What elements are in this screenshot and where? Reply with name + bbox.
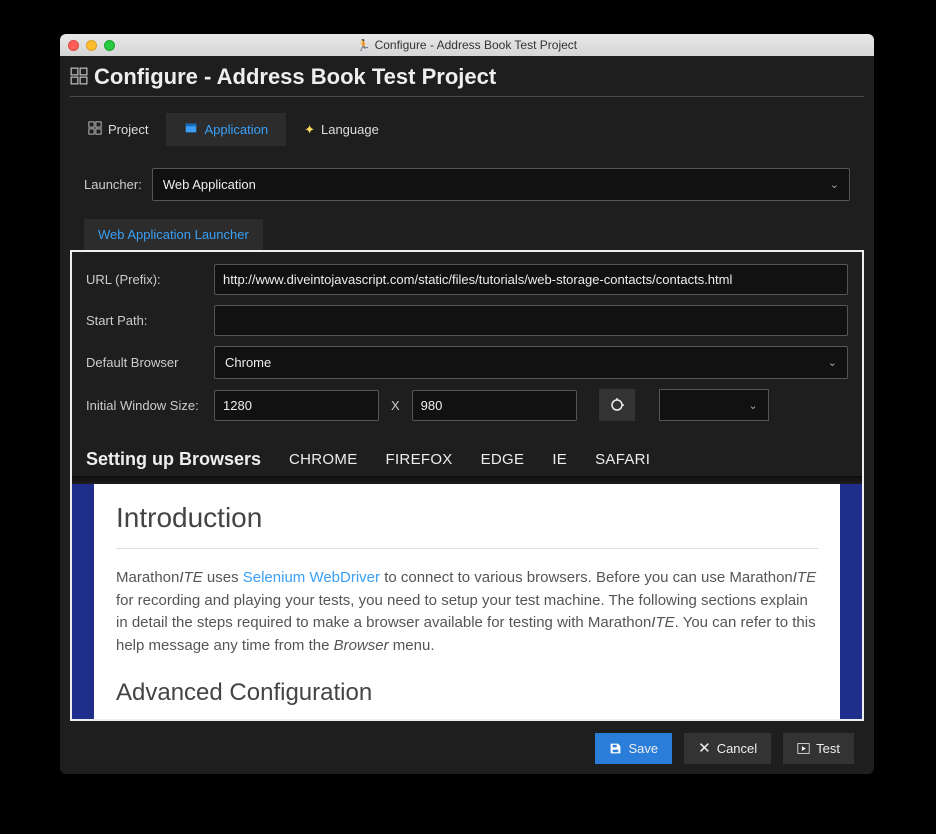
browser-bar-title: Setting up Browsers	[86, 449, 261, 470]
doc-frame: Introduction MarathonITE uses Selenium W…	[72, 484, 862, 719]
page-title: Configure - Address Book Test Project	[94, 64, 496, 90]
cancel-button[interactable]: ✕ Cancel	[684, 733, 771, 764]
run-icon: 🏃	[357, 39, 371, 52]
launcher-label: Launcher:	[84, 177, 142, 192]
browser-link-ie[interactable]: IE	[552, 451, 567, 468]
selenium-link[interactable]: Selenium WebDriver	[243, 569, 380, 586]
close-window-button[interactable]	[68, 40, 79, 51]
doc-subheading: Advanced Configuration	[116, 679, 818, 707]
play-icon	[797, 742, 810, 755]
main-tabs: Project Application ✦ Language	[70, 113, 864, 146]
tab-application[interactable]: Application	[166, 113, 286, 146]
minimize-window-button[interactable]	[86, 40, 97, 51]
doc-page: Introduction MarathonITE uses Selenium W…	[94, 484, 840, 719]
save-icon	[609, 742, 622, 755]
default-browser-value: Chrome	[225, 355, 271, 370]
tab-language[interactable]: ✦ Language	[286, 113, 397, 146]
browser-setup-bar: Setting up Browsers CHROME FIREFOX EDGE …	[86, 441, 848, 484]
subtab-label: Web Application Launcher	[98, 227, 249, 242]
button-label: Test	[816, 741, 840, 756]
launcher-select[interactable]: Web Application ⌄	[152, 168, 850, 201]
initial-size-label: Initial Window Size:	[86, 398, 214, 413]
doc-heading: Introduction	[116, 502, 818, 534]
url-input[interactable]	[214, 264, 848, 295]
tab-project[interactable]: Project	[70, 113, 166, 146]
close-icon: ✕	[698, 742, 711, 755]
button-label: Save	[628, 741, 658, 756]
test-button[interactable]: Test	[783, 733, 854, 764]
save-button[interactable]: Save	[595, 733, 672, 764]
default-browser-label: Default Browser	[86, 355, 214, 370]
size-separator: X	[391, 398, 400, 413]
divider	[70, 96, 864, 97]
start-path-input[interactable]	[214, 305, 848, 336]
titlebar: 🏃 Configure - Address Book Test Project	[60, 34, 874, 56]
chevron-down-icon: ⌄	[748, 399, 757, 412]
doc-paragraph: MarathonITE uses Selenium WebDriver to c…	[116, 567, 818, 657]
height-input[interactable]	[412, 390, 577, 421]
detect-size-button[interactable]	[599, 389, 635, 421]
button-bar: Save ✕ Cancel Test	[70, 721, 864, 764]
launcher-value: Web Application	[163, 177, 256, 192]
grid-icon	[70, 67, 88, 88]
maximize-window-button[interactable]	[104, 40, 115, 51]
browser-link-safari[interactable]: SAFARI	[595, 451, 650, 468]
grid-icon	[88, 121, 102, 138]
shadow	[72, 476, 862, 484]
subtab-web-launcher[interactable]: Web Application Launcher	[84, 219, 263, 250]
sparkle-icon: ✦	[304, 122, 315, 138]
width-input[interactable]	[214, 390, 379, 421]
browser-link-edge[interactable]: EDGE	[481, 451, 525, 468]
browser-link-firefox[interactable]: FIREFOX	[386, 451, 453, 468]
tab-label: Application	[204, 122, 268, 137]
divider	[116, 548, 818, 549]
button-label: Cancel	[717, 741, 757, 756]
start-path-label: Start Path:	[86, 313, 214, 328]
configure-window: 🏃 Configure - Address Book Test Project …	[60, 34, 874, 774]
browser-link-chrome[interactable]: CHROME	[289, 451, 357, 468]
tab-label: Language	[321, 122, 379, 137]
config-panel: URL (Prefix): Start Path: Default Browse…	[70, 250, 864, 721]
preset-size-select[interactable]: ⌄	[659, 389, 769, 421]
default-browser-select[interactable]: Chrome ⌄	[214, 346, 848, 379]
tab-label: Project	[108, 122, 148, 137]
window-title: Configure - Address Book Test Project	[375, 38, 578, 52]
application-icon	[184, 121, 198, 138]
url-label: URL (Prefix):	[86, 272, 214, 287]
chevron-down-icon: ⌄	[830, 178, 839, 191]
chevron-down-icon: ⌄	[828, 356, 837, 369]
